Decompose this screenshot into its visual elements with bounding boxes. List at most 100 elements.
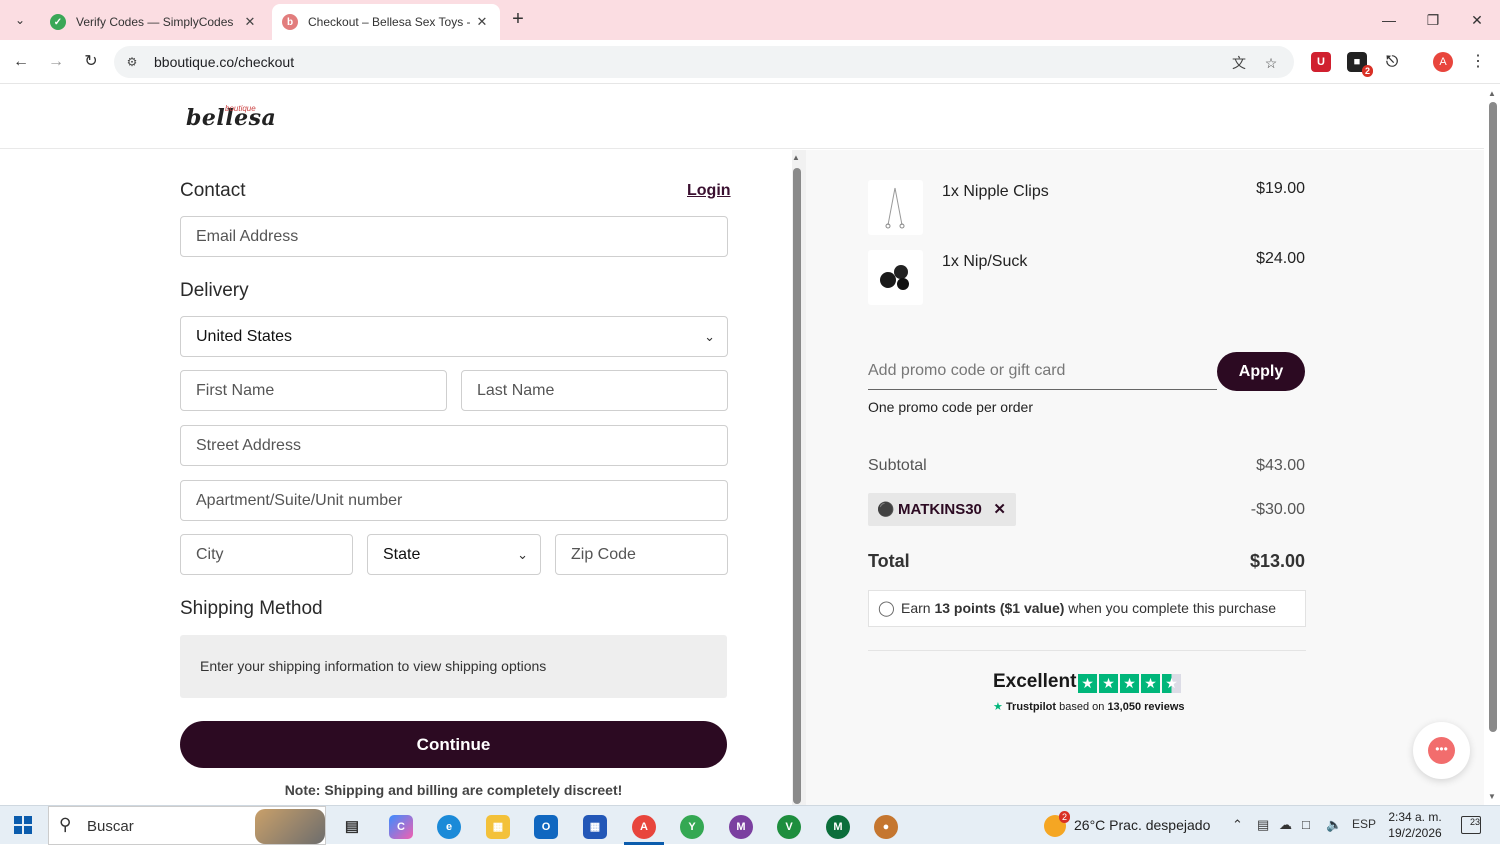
chrome-profile-y-icon[interactable]: Y (680, 815, 704, 839)
tab-bellesa-checkout[interactable]: b Checkout – Bellesa Sex Toys - Sl ✕ (272, 4, 500, 40)
search-icon: ⚲ (59, 815, 72, 834)
zip-code-field[interactable]: Zip Code (555, 534, 728, 575)
applied-code: MATKINS30 (898, 501, 982, 518)
page-scrollbar-thumb[interactable] (1489, 102, 1497, 732)
promo-code-input[interactable]: Add promo code or gift card (868, 352, 1217, 390)
site-settings-icon[interactable]: ⚙ (124, 54, 140, 70)
outlook-icon[interactable]: O (534, 815, 558, 839)
total-value: $13.00 (1249, 551, 1305, 571)
network-icon[interactable]: □ (1302, 817, 1310, 832)
points-value: 13 points ($1 value) (934, 600, 1065, 616)
close-tab-icon[interactable]: ✕ (474, 14, 490, 30)
windows-start-icon[interactable] (14, 816, 32, 834)
address-toolbar: ← → ↻ ⚙ bboutique.co/checkout 文 ☆ U ■ 2 ⎋… (0, 40, 1500, 84)
state-select[interactable]: State ⌄ (367, 534, 541, 575)
country-value: United States (196, 328, 293, 345)
profile-avatar[interactable]: A (1433, 52, 1453, 72)
notification-count: 23 (1469, 817, 1480, 827)
first-name-field[interactable]: First Name (180, 370, 447, 411)
divider (868, 650, 1306, 651)
url-text[interactable]: bboutique.co/checkout (154, 54, 294, 70)
new-tab-plus-icon[interactable]: + (506, 8, 530, 32)
subtotal-value: $43.00 (1256, 457, 1305, 474)
translate-icon[interactable]: 文 (1230, 54, 1248, 72)
star-icon: ★ (1120, 674, 1139, 693)
chrome-profile-a-icon[interactable]: A (632, 815, 656, 839)
chrome-profile-m2-icon[interactable]: M (826, 815, 850, 839)
ublock-shield-icon[interactable]: U (1311, 52, 1331, 72)
extensions-puzzle-icon[interactable]: ⎋ (1382, 52, 1402, 72)
store-icon[interactable]: ▦ (583, 815, 607, 839)
street-address-field[interactable]: Street Address (180, 425, 728, 466)
scroll-up-icon[interactable]: ▲ (792, 153, 800, 162)
continue-button[interactable]: Continue (180, 721, 727, 768)
clock[interactable]: 2:34 a. m. 19/2/2026 (1380, 809, 1450, 841)
trustpilot-rating-text: Excellent (993, 671, 1077, 692)
language-indicator[interactable]: ESP (1352, 817, 1376, 831)
email-field[interactable]: Email Address (180, 216, 728, 257)
discreet-note: Note: Shipping and billing are completel… (284, 782, 623, 798)
cloud-icon[interactable]: ☁ (1279, 817, 1292, 833)
tab-search-chevron-icon[interactable]: ⌄ (8, 8, 32, 32)
form-scrollbar-thumb[interactable] (793, 168, 801, 804)
chevron-down-icon: ⌄ (517, 547, 528, 562)
task-view-icon[interactable]: ▤ (340, 815, 364, 839)
last-name-field[interactable]: Last Name (461, 370, 728, 411)
volume-icon[interactable]: 🔈 (1326, 817, 1342, 833)
scroll-down-icon[interactable]: ▼ (1488, 792, 1496, 801)
scroll-up-icon[interactable]: ▲ (1488, 89, 1496, 98)
restore-icon[interactable]: ❐ (1410, 6, 1456, 34)
weather-text[interactable]: 26°C Prac. despejado (1074, 817, 1210, 833)
chrome-profile-m-icon[interactable]: M (729, 815, 753, 839)
taskbar-search[interactable]: ⚲ Buscar (48, 806, 326, 845)
trustpilot-brand: Trustpilot (1005, 701, 1057, 713)
trustpilot-review-count: 13,050 reviews (1107, 701, 1185, 713)
shipping-method-heading: Shipping Method (180, 598, 323, 619)
omnibox[interactable]: ⚙ bboutique.co/checkout 文 ☆ (114, 46, 1294, 78)
delivery-heading: Delivery (180, 280, 249, 301)
nip-suck-thumbnail (868, 250, 923, 305)
weather-sun-icon[interactable]: 2 (1044, 811, 1070, 837)
forward-arrow-icon[interactable]: → (44, 50, 68, 74)
taskbar-search-label: Buscar (87, 818, 134, 835)
kebab-menu-icon[interactable]: ⋮ (1466, 50, 1490, 74)
site-header: bellesa boutique (0, 85, 1484, 149)
contact-heading: Contact (180, 180, 246, 201)
back-arrow-icon[interactable]: ← (9, 50, 33, 74)
country-select[interactable]: United States ⌄ (180, 316, 728, 357)
chrome-profile-icon[interactable]: ● (874, 815, 898, 839)
copilot-icon[interactable]: C (389, 815, 413, 839)
remove-code-icon[interactable]: ✕ (993, 493, 1006, 526)
trustpilot-star-icon: ★ (993, 701, 1003, 713)
notification-center-icon[interactable]: 23 (1461, 816, 1481, 834)
tab-title: Verify Codes — SimplyCodes (76, 15, 234, 29)
chrome-profile-v-icon[interactable]: V (777, 815, 801, 839)
bookmark-star-icon[interactable]: ☆ (1262, 54, 1280, 72)
edge-icon[interactable]: e (437, 815, 461, 839)
extension-icon[interactable]: ■ 2 (1347, 52, 1373, 77)
tray-chevron-up-icon[interactable]: ⌃ (1232, 817, 1243, 833)
login-link[interactable]: Login (687, 182, 731, 200)
city-field[interactable]: City (180, 534, 353, 575)
tray-app-icon[interactable]: ▤ (1257, 817, 1269, 833)
close-window-icon[interactable]: ✕ (1454, 6, 1500, 34)
reload-icon[interactable]: ↻ (79, 50, 103, 74)
tab-simplycodes[interactable]: ✓ Verify Codes — SimplyCodes ✕ (40, 4, 268, 40)
simplycodes-icon: ✓ (50, 14, 66, 30)
trustpilot-reviews-line[interactable]: ★ Trustpilot based on 13,050 reviews (993, 700, 1185, 713)
apply-button[interactable]: Apply (1217, 352, 1305, 391)
item-name: 1x Nipple Clips (942, 183, 1049, 200)
file-explorer-icon[interactable]: ▦ (486, 815, 510, 839)
chat-button[interactable]: ••• (1413, 722, 1470, 779)
points-coin-icon: ◯ (878, 600, 895, 617)
star-icon: ★ (1099, 674, 1118, 693)
minimize-icon[interactable]: — (1366, 6, 1412, 34)
apartment-field[interactable]: Apartment/Suite/Unit number (180, 480, 728, 521)
tag-icon: ⚫ (877, 501, 895, 517)
chevron-down-icon: ⌄ (704, 329, 715, 344)
shipping-info-box: Enter your shipping information to view … (180, 635, 727, 698)
half-star-icon: ★ (1162, 674, 1181, 693)
points-post: when you complete this purchase (1068, 600, 1277, 616)
subtotal-label: Subtotal (868, 457, 927, 474)
close-tab-icon[interactable]: ✕ (242, 14, 258, 30)
